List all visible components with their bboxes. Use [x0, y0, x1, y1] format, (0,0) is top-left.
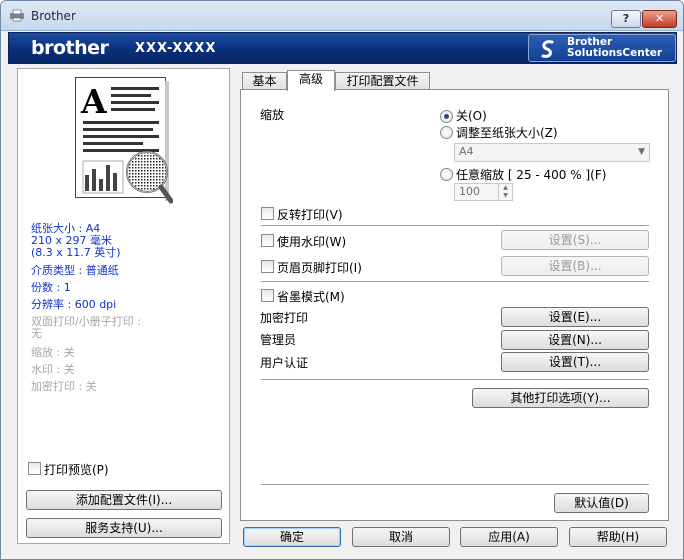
document-preview-icon: A: [75, 77, 173, 204]
printer-icon: [10, 9, 24, 22]
watermark-settings-button[interactable]: 设置(S)...: [501, 230, 649, 250]
print-preview-checkbox[interactable]: [28, 462, 41, 475]
brother-logo: brother: [31, 37, 109, 59]
resolution-info: 分辨率 : 600 dpi: [31, 298, 117, 311]
user-auth-label: 用户认证: [260, 356, 309, 370]
svg-text:A: A: [80, 82, 107, 121]
watermark-label: 使用水印(W): [277, 235, 347, 249]
free-scaling-value: 100: [459, 185, 480, 198]
help-button[interactable]: 帮助(H): [569, 527, 667, 547]
toner-save-label: 省墨模式(M): [277, 290, 345, 304]
user-auth-settings-button[interactable]: 设置(T)...: [501, 352, 649, 372]
apply-button[interactable]: 应用(A): [460, 527, 558, 547]
duplex-info: 双面打印/小册子打印 : 无: [31, 316, 141, 340]
print-preview-label: 打印预览(P): [44, 463, 109, 477]
solutions-center-icon: [541, 40, 554, 58]
secure-print-label: 加密打印: [260, 311, 309, 325]
scaling-off-label: 关(O): [456, 109, 487, 123]
administrator-label: 管理员: [260, 333, 297, 347]
free-scaling-label: 任意缩放 [ 25 - 400 % ](F): [456, 168, 607, 182]
other-print-options-button[interactable]: 其他打印选项(Y)...: [472, 388, 649, 408]
paper-size-in: (8.3 x 11.7 英寸): [31, 246, 121, 259]
chevron-down-icon: ▼: [638, 147, 645, 157]
duplex-label: 双面打印/小册子打印 :: [31, 315, 141, 328]
paper-size-info: 纸张大小 : A4 210 x 297 毫米 (8.3 x 11.7 英寸): [31, 223, 121, 259]
window-title: Brother: [31, 9, 76, 23]
duplex-value: 无: [31, 327, 42, 340]
header-footer-settings-button[interactable]: 设置(B)...: [501, 256, 649, 276]
printer-preferences-window: Brother ? ✕ brother XXX-XXXX Brother Sol…: [0, 0, 684, 560]
free-scaling-radio[interactable]: [440, 168, 453, 181]
settings-summary-pane: A 纸张大小 : A4 210 x 297 毫米 (8.3 x 11.7 英寸)…: [17, 68, 230, 544]
scaling-off-radio[interactable]: [440, 110, 453, 123]
watermark-checkbox[interactable]: [261, 234, 274, 247]
title-bar: Brother ? ✕: [1, 1, 683, 31]
header-footer-label: 页眉页脚打印(I): [277, 261, 362, 275]
tab-advanced[interactable]: 高级: [287, 70, 335, 91]
administrator-settings-button[interactable]: 设置(N)...: [501, 330, 649, 350]
divider: [261, 379, 649, 380]
cancel-button[interactable]: 取消: [352, 527, 450, 547]
reverse-print-checkbox[interactable]: [261, 207, 274, 220]
close-button[interactable]: ✕: [642, 10, 677, 28]
free-scaling-input[interactable]: 100 ▲ ▼: [454, 183, 513, 201]
help-title-button[interactable]: ?: [611, 10, 641, 28]
scaling-info: 缩放 : 关: [31, 346, 75, 359]
secure-print-settings-button[interactable]: 设置(E)...: [501, 307, 649, 327]
scaling-label: 缩放: [260, 108, 285, 122]
fit-paper-size-value: A4: [459, 145, 474, 158]
add-profile-button[interactable]: 添加配置文件(I)...: [26, 490, 222, 510]
support-button[interactable]: 服务支持(U)...: [26, 518, 222, 538]
copies-info: 份数 : 1: [31, 281, 71, 294]
secure-print-info: 加密打印 : 关: [31, 380, 97, 393]
solutions-center-label: Brother SolutionsCenter: [567, 37, 662, 59]
fit-to-paper-label: 调整至纸张大小(Z): [456, 126, 558, 140]
divider: [261, 484, 649, 485]
watermark-info: 水印 : 关: [31, 363, 75, 376]
toner-save-checkbox[interactable]: [261, 289, 274, 302]
media-type-info: 介质类型 : 普通纸: [31, 264, 119, 277]
solutions-line-2: SolutionsCenter: [567, 47, 663, 59]
ok-button[interactable]: 确定: [243, 527, 341, 547]
brand-banner: brother XXX-XXXX Brother SolutionsCenter: [8, 32, 677, 64]
fit-paper-size-select[interactable]: A4 ▼: [454, 143, 650, 162]
divider: [261, 281, 649, 282]
defaults-button[interactable]: 默认值(D): [554, 493, 649, 513]
advanced-panel: 缩放 关(O) 调整至纸张大小(Z) A4 ▼ 任意缩放 [ 25 - 400 …: [240, 89, 669, 521]
fit-to-paper-radio[interactable]: [440, 126, 453, 139]
reverse-print-label: 反转打印(V): [277, 208, 343, 222]
printer-model: XXX-XXXX: [135, 41, 217, 56]
divider: [261, 225, 649, 226]
solutions-center-button[interactable]: Brother SolutionsCenter: [528, 34, 676, 62]
header-footer-checkbox[interactable]: [261, 260, 274, 273]
spinner-icon[interactable]: ▲ ▼: [498, 184, 512, 200]
